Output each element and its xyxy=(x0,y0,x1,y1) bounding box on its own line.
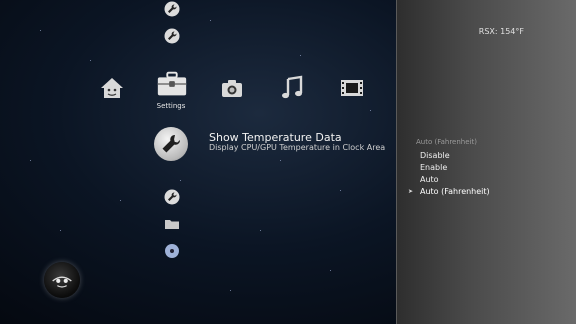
film-strip-icon[interactable] xyxy=(336,72,368,104)
option-label: Auto xyxy=(420,174,439,184)
wrench-icon[interactable] xyxy=(163,0,181,18)
option-item[interactable]: Auto xyxy=(408,174,490,186)
current-value: Auto (Fahrenheit) xyxy=(416,138,477,146)
category-label-settings: Settings xyxy=(156,102,186,110)
option-item-selected[interactable]: ➤ Auto (Fahrenheit) xyxy=(408,185,490,197)
home-icon[interactable] xyxy=(96,72,128,104)
option-label: Enable xyxy=(420,163,448,173)
disc-icon[interactable] xyxy=(163,242,181,260)
folder-icon[interactable] xyxy=(163,215,181,233)
option-item[interactable]: Enable xyxy=(408,162,490,174)
option-item[interactable]: Disable xyxy=(408,150,490,162)
options-list: Disable Enable Auto ➤ Auto (Fahrenheit) xyxy=(408,150,490,197)
music-note-icon[interactable] xyxy=(276,72,308,104)
option-label: Disable xyxy=(420,151,450,161)
temperature-readout: RSX: 154°F xyxy=(478,27,524,36)
wrench-icon[interactable] xyxy=(163,188,181,206)
option-label: Auto (Fahrenheit) xyxy=(420,186,490,196)
wrench-icon[interactable] xyxy=(154,127,188,161)
user-avatar-icon[interactable] xyxy=(44,262,80,298)
wrench-icon[interactable] xyxy=(163,27,181,45)
toolbox-icon[interactable] xyxy=(154,66,190,102)
camera-icon[interactable] xyxy=(216,72,248,104)
arrow-right-icon: ➤ xyxy=(408,187,414,195)
setting-description: Display CPU/GPU Temperature in Clock Are… xyxy=(209,143,386,152)
